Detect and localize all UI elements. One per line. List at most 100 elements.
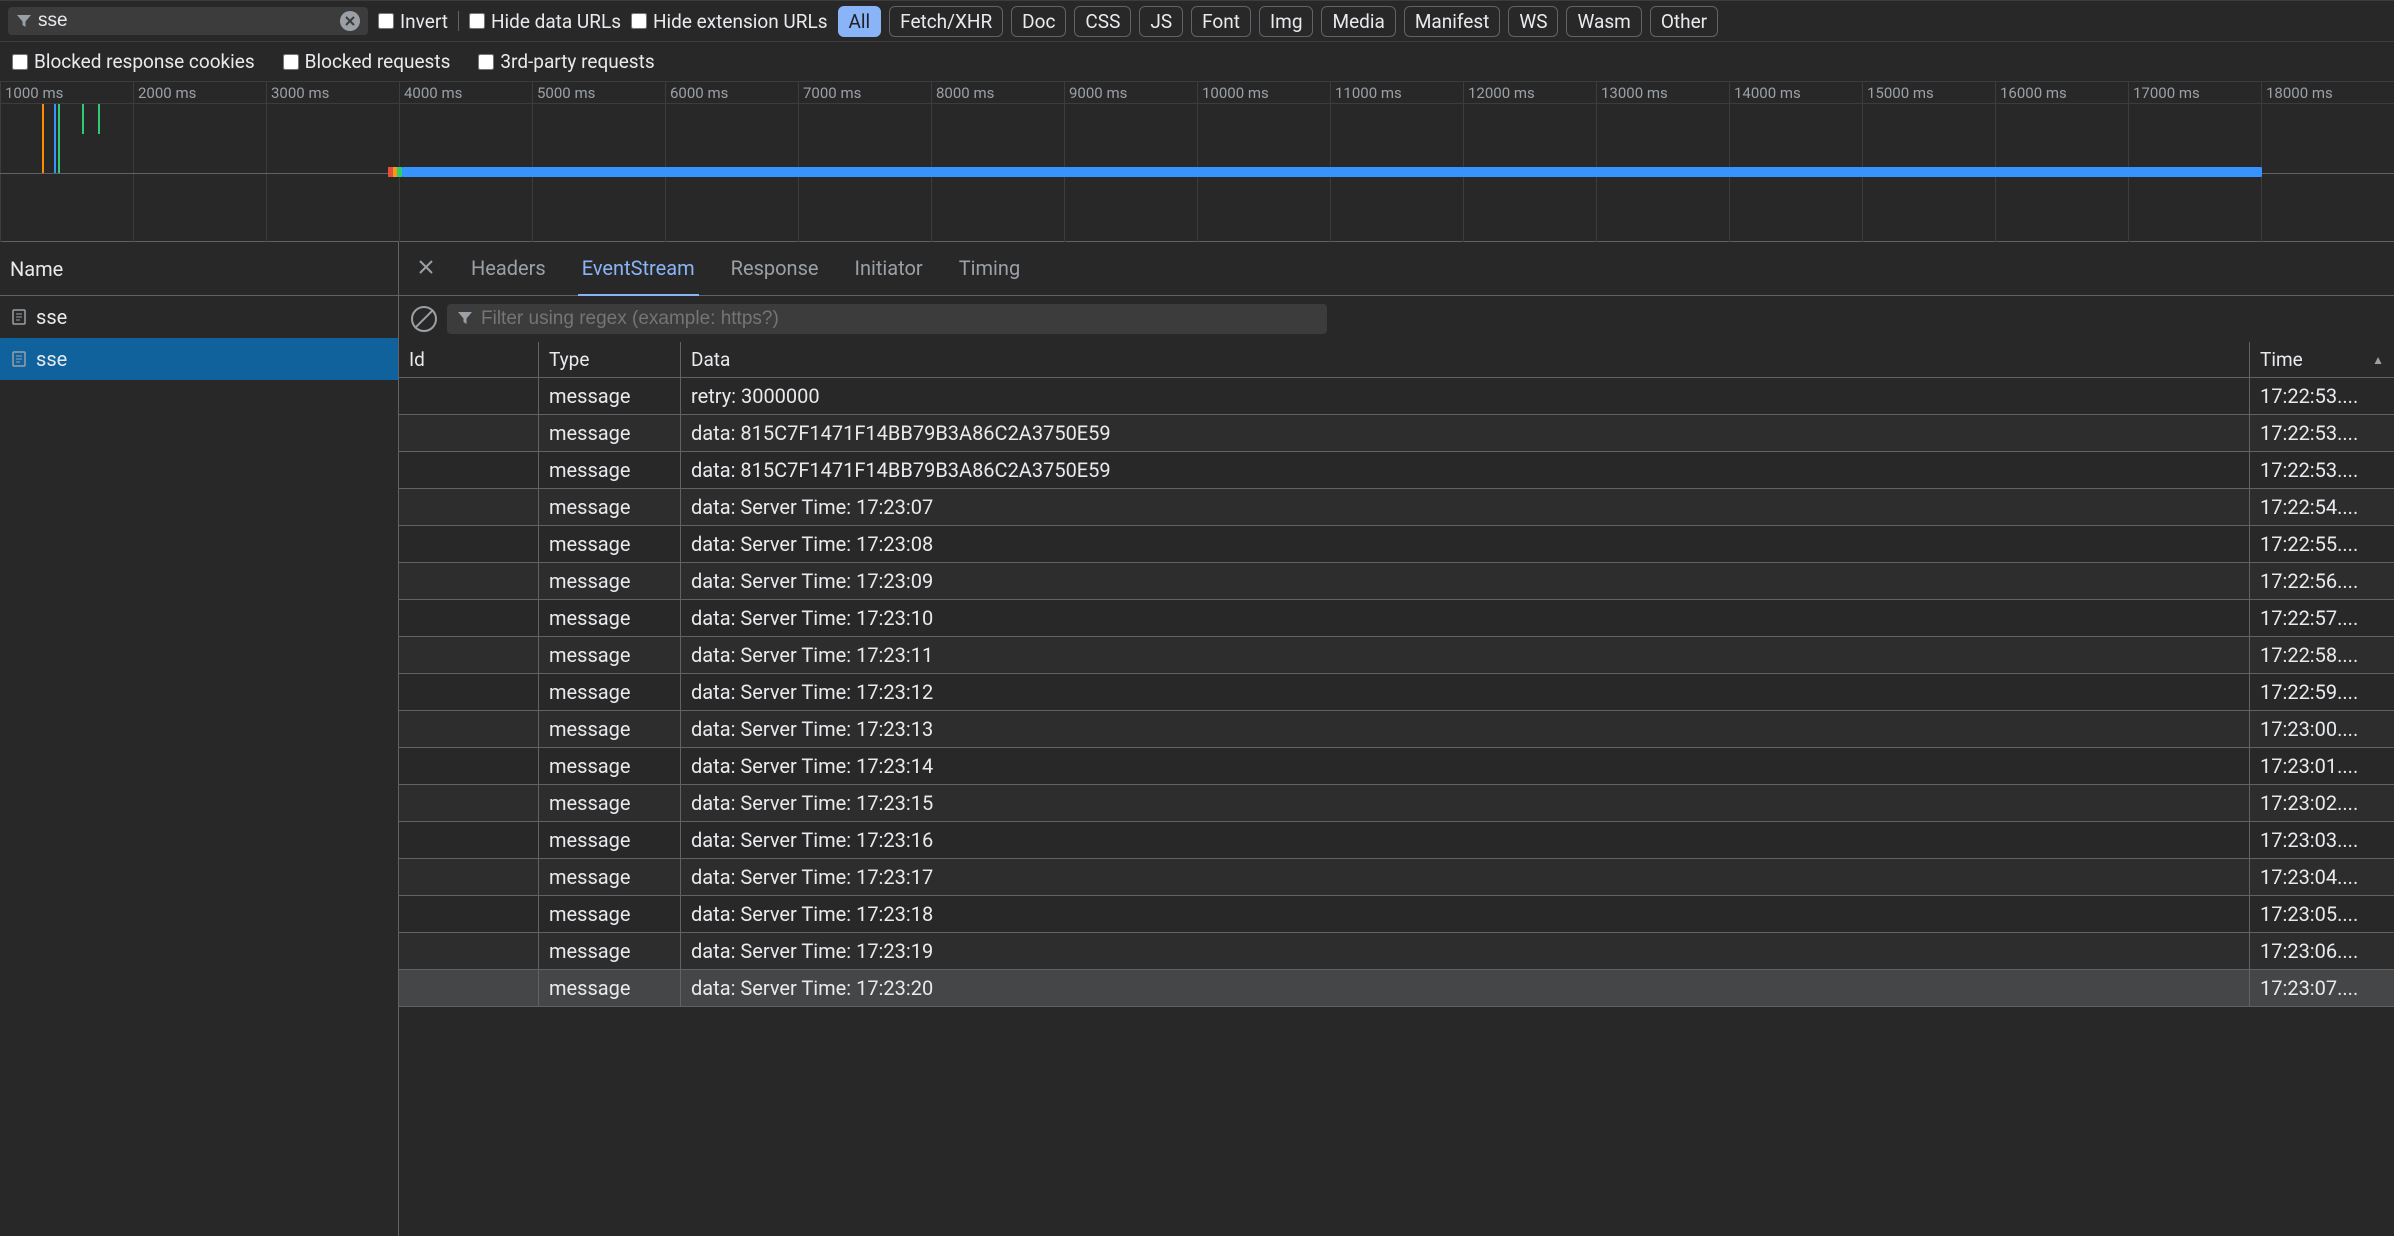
timeline-body[interactable] xyxy=(0,104,2394,242)
tab-response[interactable]: Response xyxy=(727,242,823,296)
request-row[interactable]: sse xyxy=(0,296,398,338)
column-header-id[interactable]: Id xyxy=(399,342,539,378)
tab-headers[interactable]: Headers xyxy=(467,242,550,296)
request-name: sse xyxy=(36,347,67,371)
event-id xyxy=(399,970,539,1007)
event-row[interactable]: messagedata: Server Time: 17:23:1017:22:… xyxy=(399,600,2394,637)
regex-filter-input[interactable] xyxy=(481,308,1317,330)
event-id xyxy=(399,452,539,489)
filter-chip-wasm[interactable]: Wasm xyxy=(1566,6,1641,37)
column-header-data[interactable]: Data xyxy=(681,342,2250,378)
event-time: 17:22:54.... xyxy=(2250,489,2394,526)
event-type: message xyxy=(539,415,681,452)
tab-eventstream[interactable]: EventStream xyxy=(578,242,699,296)
ruler-tick: 16000 ms xyxy=(1995,82,2128,103)
event-row[interactable]: messagedata: Server Time: 17:23:1217:22:… xyxy=(399,674,2394,711)
event-row[interactable]: messagedata: Server Time: 17:23:1817:23:… xyxy=(399,896,2394,933)
ruler-tick: 5000 ms xyxy=(532,82,665,103)
filter-icon xyxy=(457,310,473,329)
event-row[interactable]: messageretry: 300000017:22:53.... xyxy=(399,378,2394,415)
timeline-overview[interactable]: 1000 ms2000 ms3000 ms4000 ms5000 ms6000 … xyxy=(0,82,2394,242)
clear-events-button[interactable] xyxy=(411,306,437,332)
request-list-panel: Name sse sse xyxy=(0,242,399,1236)
event-row[interactable]: messagedata: Server Time: 17:23:0717:22:… xyxy=(399,489,2394,526)
blocked-requests-checkbox[interactable]: Blocked requests xyxy=(283,50,451,73)
event-time: 17:22:56.... xyxy=(2250,563,2394,600)
filter-chip-media[interactable]: Media xyxy=(1321,6,1395,37)
event-row[interactable]: messagedata: Server Time: 17:23:1517:23:… xyxy=(399,785,2394,822)
event-data: data: Server Time: 17:23:14 xyxy=(681,748,2250,785)
event-id xyxy=(399,785,539,822)
event-row[interactable]: messagedata: 815C7F1471F14BB79B3A86C2A37… xyxy=(399,452,2394,489)
ruler-tick: 12000 ms xyxy=(1463,82,1596,103)
event-row[interactable]: messagedata: Server Time: 17:23:1617:23:… xyxy=(399,822,2394,859)
event-row[interactable]: messagedata: Server Time: 17:23:0817:22:… xyxy=(399,526,2394,563)
filter-chip-fetch-xhr[interactable]: Fetch/XHR xyxy=(889,6,1003,37)
event-time: 17:22:57.... xyxy=(2250,600,2394,637)
event-time: 17:23:03.... xyxy=(2250,822,2394,859)
eventstream-toolbar xyxy=(399,296,2394,342)
column-header-time[interactable]: Time▲ xyxy=(2250,342,2394,378)
event-row[interactable]: messagedata: Server Time: 17:23:1417:23:… xyxy=(399,748,2394,785)
ruler-tick: 1000 ms xyxy=(0,82,133,103)
event-row[interactable]: messagedata: Server Time: 17:23:1717:23:… xyxy=(399,859,2394,896)
filter-chip-manifest[interactable]: Manifest xyxy=(1404,6,1501,37)
event-row[interactable]: messagedata: Server Time: 17:23:0917:22:… xyxy=(399,563,2394,600)
event-type: message xyxy=(539,785,681,822)
event-type: message xyxy=(539,674,681,711)
hide-extension-urls-checkbox[interactable]: Hide extension URLs xyxy=(631,10,828,33)
event-id xyxy=(399,526,539,563)
event-id xyxy=(399,896,539,933)
filter-input-wrapper[interactable] xyxy=(8,7,368,35)
event-data: data: Server Time: 17:23:12 xyxy=(681,674,2250,711)
network-filter-toolbar-2: Blocked response cookies Blocked request… xyxy=(0,42,2394,82)
event-type: message xyxy=(539,600,681,637)
filter-chip-all[interactable]: All xyxy=(838,6,882,37)
clear-filter-button[interactable] xyxy=(340,11,360,31)
filter-chip-css[interactable]: CSS xyxy=(1074,6,1131,37)
event-time: 17:22:53.... xyxy=(2250,415,2394,452)
hide-data-urls-checkbox[interactable]: Hide data URLs xyxy=(469,10,621,33)
name-column-header[interactable]: Name xyxy=(0,242,398,296)
ruler-tick: 15000 ms xyxy=(1862,82,1995,103)
event-row[interactable]: messagedata: Server Time: 17:23:1117:22:… xyxy=(399,637,2394,674)
event-type: message xyxy=(539,489,681,526)
third-party-checkbox[interactable]: 3rd-party requests xyxy=(478,50,654,73)
event-data: data: Server Time: 17:23:18 xyxy=(681,896,2250,933)
regex-filter-wrapper[interactable] xyxy=(447,304,1327,334)
request-row[interactable]: sse xyxy=(0,338,398,380)
ruler-tick: 14000 ms xyxy=(1729,82,1862,103)
event-type: message xyxy=(539,526,681,563)
filter-chip-ws[interactable]: WS xyxy=(1508,6,1558,37)
invert-checkbox[interactable]: Invert xyxy=(378,10,448,33)
tab-timing[interactable]: Timing xyxy=(955,242,1024,296)
divider xyxy=(458,11,459,31)
filter-chip-js[interactable]: JS xyxy=(1139,6,1183,37)
ruler-tick: 17000 ms xyxy=(2128,82,2261,103)
close-detail-button[interactable] xyxy=(413,254,439,283)
filter-chip-doc[interactable]: Doc xyxy=(1011,6,1066,37)
event-type: message xyxy=(539,378,681,415)
event-time: 17:22:55.... xyxy=(2250,526,2394,563)
event-time: 17:22:58.... xyxy=(2250,637,2394,674)
event-data: data: 815C7F1471F14BB79B3A86C2A3750E59 xyxy=(681,452,2250,489)
event-row[interactable]: messagedata: Server Time: 17:23:1917:23:… xyxy=(399,933,2394,970)
event-type: message xyxy=(539,933,681,970)
event-time: 17:23:02.... xyxy=(2250,785,2394,822)
filter-chip-font[interactable]: Font xyxy=(1191,6,1251,37)
event-row[interactable]: messagedata: 815C7F1471F14BB79B3A86C2A37… xyxy=(399,415,2394,452)
ruler-tick: 7000 ms xyxy=(798,82,931,103)
filter-chip-other[interactable]: Other xyxy=(1650,6,1718,37)
sort-ascending-icon: ▲ xyxy=(2372,353,2384,367)
ruler-tick: 4000 ms xyxy=(399,82,532,103)
filter-chip-img[interactable]: Img xyxy=(1259,6,1314,37)
event-row[interactable]: messagedata: Server Time: 17:23:2017:23:… xyxy=(399,970,2394,1007)
tab-initiator[interactable]: Initiator xyxy=(851,242,927,296)
blocked-cookies-checkbox[interactable]: Blocked response cookies xyxy=(12,50,255,73)
column-header-type[interactable]: Type xyxy=(539,342,681,378)
event-row[interactable]: messagedata: Server Time: 17:23:1317:23:… xyxy=(399,711,2394,748)
event-data: data: Server Time: 17:23:19 xyxy=(681,933,2250,970)
event-id xyxy=(399,600,539,637)
filter-input[interactable] xyxy=(38,10,334,32)
ruler-tick: 9000 ms xyxy=(1064,82,1197,103)
